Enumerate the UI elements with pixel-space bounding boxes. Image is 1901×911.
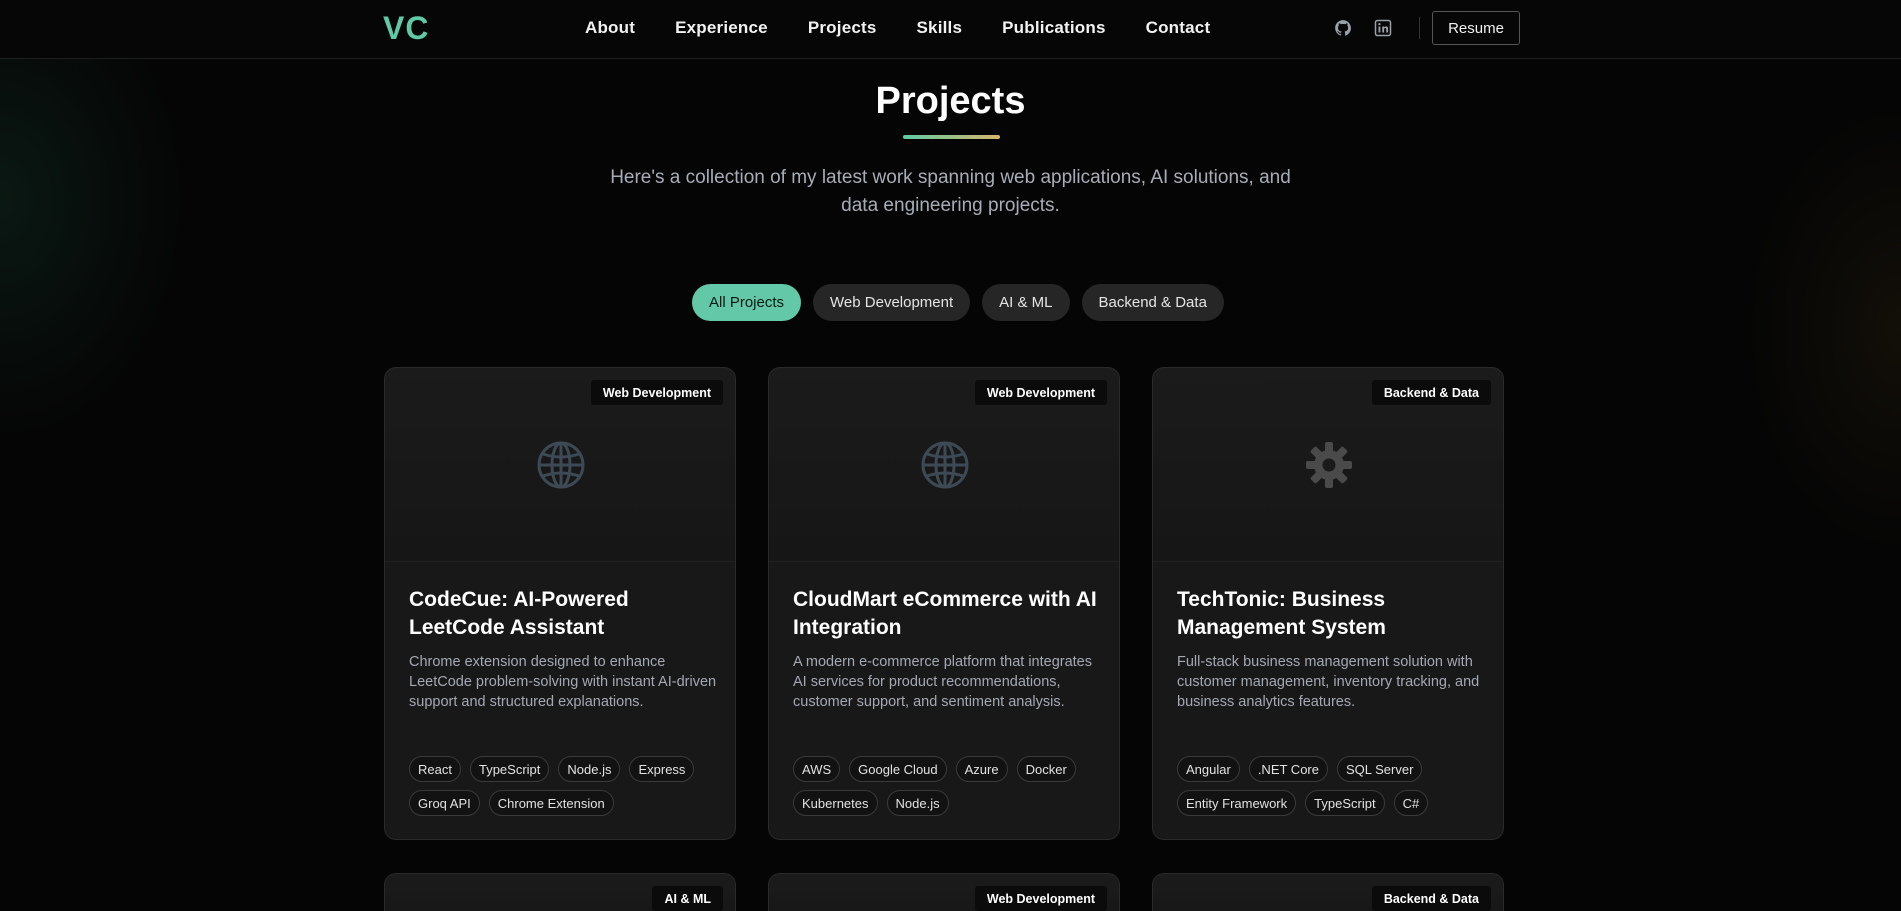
tech-tag: Kubernetes (793, 790, 878, 816)
tech-tag: Docker (1016, 756, 1076, 782)
tech-tag: .NET Core (1248, 756, 1328, 782)
project-card[interactable]: Web Development (768, 873, 1120, 911)
filter-ai-ml[interactable]: AI & ML (982, 284, 1070, 321)
category-badge: AI & ML (652, 886, 723, 911)
project-card[interactable]: Web Development CodeCue: AI-Powered Leet… (384, 367, 736, 840)
project-description: A modern e-commerce platform that integr… (793, 654, 1092, 710)
tech-tag: Entity Framework (1177, 790, 1297, 816)
nav-link-publications[interactable]: Publications (1002, 18, 1105, 38)
social-icons (1331, 16, 1440, 40)
tech-tag: Angular (1177, 756, 1240, 782)
tech-tag: C# (1393, 790, 1429, 816)
nav-link-skills[interactable]: Skills (917, 18, 963, 38)
category-badge: Web Development (590, 380, 723, 405)
project-card[interactable]: Backend & Data (1152, 873, 1504, 911)
project-card[interactable]: Backend & Data TechTonic: Business Manag… (1152, 367, 1504, 840)
gear-icon (1306, 442, 1352, 488)
globe-icon (537, 441, 585, 489)
globe-icon (921, 441, 969, 489)
project-title[interactable]: CloudMart eCommerce with AI Integration (793, 586, 1103, 642)
resume-button[interactable]: Resume (1432, 11, 1520, 45)
project-filters: All Projects Web Development AI & ML Bac… (692, 284, 1236, 321)
project-thumbnail: Backend & Data (1153, 874, 1503, 911)
tech-tag: Node.js (558, 756, 621, 782)
tech-tags: AWS Google Cloud Azure Docker Kubernetes… (793, 756, 1109, 824)
project-thumbnail: Web Development (385, 368, 735, 562)
filter-web-development[interactable]: Web Development (813, 284, 971, 321)
nav-link-about[interactable]: About (585, 18, 635, 38)
project-thumbnail: Backend & Data (1153, 368, 1503, 562)
project-title[interactable]: CodeCue: AI-Powered LeetCode Assistant (409, 586, 719, 642)
nav-divider (1419, 17, 1420, 39)
category-badge: Backend & Data (1371, 886, 1491, 911)
tech-tag: Groq API (409, 790, 480, 816)
nav-link-projects[interactable]: Projects (808, 18, 877, 38)
tech-tag: Azure (955, 756, 1008, 782)
nav-links: About Experience Projects Skills Publica… (585, 18, 1250, 38)
project-description: Full-stack business management solution … (1177, 654, 1480, 710)
category-badge: Web Development (974, 380, 1107, 405)
project-description: Chrome extension designed to enhance Lee… (409, 654, 717, 710)
linkedin-icon[interactable] (1371, 16, 1395, 40)
github-icon[interactable] (1331, 16, 1355, 40)
logo[interactable]: VC (383, 10, 429, 47)
tech-tag: Google Cloud (849, 756, 947, 782)
tech-tag: SQL Server (1336, 756, 1423, 782)
project-card[interactable]: Web Development CloudMart eCommerce with… (768, 367, 1120, 840)
filter-all-projects[interactable]: All Projects (692, 284, 802, 321)
tech-tags: React TypeScript Node.js Express Groq AP… (409, 756, 725, 824)
tech-tag: TypeScript (1305, 790, 1385, 816)
tech-tag: Chrome Extension (488, 790, 614, 816)
tech-tag: Express (629, 756, 695, 782)
tech-tag: Node.js (886, 790, 949, 816)
project-thumbnail: AI & ML (385, 874, 735, 911)
nav-link-experience[interactable]: Experience (675, 18, 768, 38)
tech-tag: TypeScript (469, 756, 550, 782)
nav-link-contact[interactable]: Contact (1146, 18, 1211, 38)
top-nav: VC About Experience Projects Skills Publ… (0, 0, 1901, 59)
page-title: Projects (875, 80, 1026, 122)
project-card[interactable]: AI & ML (384, 873, 736, 911)
project-thumbnail: Web Development (769, 368, 1119, 562)
title-underline (903, 135, 1000, 139)
tech-tags: Angular .NET Core SQL Server Entity Fram… (1177, 756, 1493, 824)
filter-backend-data[interactable]: Backend & Data (1081, 284, 1224, 321)
category-badge: Web Development (974, 886, 1107, 911)
tech-tag: React (409, 756, 461, 782)
project-thumbnail: Web Development (769, 874, 1119, 911)
page-subtitle: Here's a collection of my latest work sp… (610, 167, 1291, 216)
tech-tag: AWS (793, 756, 841, 782)
project-title[interactable]: TechTonic: Business Management System (1177, 586, 1487, 642)
category-badge: Backend & Data (1371, 380, 1491, 405)
